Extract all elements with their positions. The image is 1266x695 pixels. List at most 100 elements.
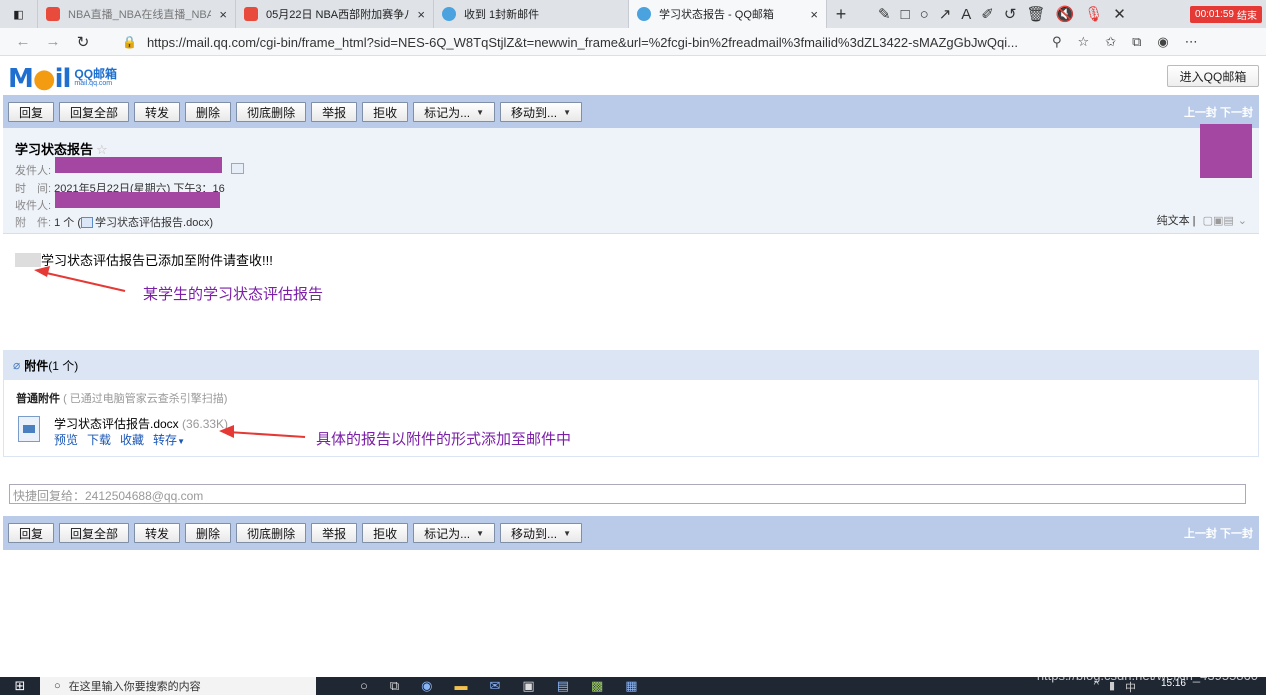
report-button[interactable]: 举报 (311, 523, 358, 543)
recording-indicator[interactable]: 00:01:59 结束 (1190, 6, 1262, 23)
delete-button[interactable]: 删除 (185, 523, 232, 543)
mail-app-icon[interactable]: ✉ (490, 678, 501, 694)
task-view-icon[interactable]: ⧉ (390, 678, 399, 694)
star-icon[interactable]: ☆ (96, 142, 108, 157)
mail-toolbar-top: 回复 回复全部 转发 删除 彻底删除 举报 拒收 标记为... ▼ 移动到... ▼… (3, 95, 1259, 129)
windows-start-icon[interactable]: ⊞ (0, 678, 40, 694)
download-link[interactable]: 下载 (87, 431, 111, 448)
next-mail-link[interactable]: 下一封 (1220, 528, 1253, 540)
docx-icon (81, 217, 94, 228)
next-mail-link[interactable]: 下一封 (1220, 107, 1253, 119)
arrow-to-body (34, 266, 126, 292)
annotation-note-2: 具体的报告以附件的形式添加至邮件中 (316, 431, 572, 448)
reply-all-button[interactable]: 回复全部 (59, 523, 130, 543)
taskbar-search-input[interactable]: ○ 在这里输入你要搜索的内容 (40, 677, 316, 695)
tab-new-mail[interactable]: 收到 1封新邮件 (434, 0, 629, 28)
reply-button[interactable]: 回复 (8, 523, 55, 543)
enter-qq-mail-button[interactable]: 进入QQ邮箱 (1167, 65, 1259, 87)
taskbar-apps: ○ ⧉ ◉ ▬ ✉ ▣ ▤ ▩ ▦ (360, 678, 638, 694)
pycharm-icon[interactable]: ▩ (591, 678, 603, 694)
reject-button[interactable]: 拒收 (362, 523, 409, 543)
prev-next-links: 上一封 下一封 (1184, 525, 1253, 541)
mail-body: 学习状态评估报告已添加至附件请查收!!! (15, 250, 273, 269)
print-icon[interactable]: ▢▣▤ (1203, 215, 1234, 227)
delete-button[interactable]: 删除 (185, 102, 232, 122)
attachment-inline-link[interactable]: 学习状态评估报告.docx) (95, 217, 213, 229)
attachments-box: 普通附件 ( 已通过电脑管家云查杀引擎扫描) 学习状态评估报告.docx (36… (3, 380, 1259, 457)
prev-mail-link[interactable]: 上一封 (1184, 107, 1217, 119)
mic-mute-icon[interactable]: 🎙 (1084, 5, 1103, 23)
word-file-icon[interactable] (18, 416, 40, 442)
chevron-down-icon[interactable]: ⌄ (1238, 215, 1247, 227)
reply-all-button[interactable]: 回复全部 (59, 102, 130, 122)
reload-icon[interactable]: ↻ (68, 33, 98, 51)
sender-redaction (55, 157, 222, 173)
more-icon[interactable]: ⋯ (1185, 34, 1198, 50)
delete-forever-button[interactable]: 彻底删除 (236, 102, 307, 122)
sidebar-toggle[interactable]: ◧ (0, 0, 38, 28)
recipient-redaction (55, 192, 220, 208)
quick-reply-input[interactable]: 快捷回复给：2412504688@qq.com (9, 484, 1246, 504)
add-favorite-icon[interactable]: ☆ (1078, 34, 1090, 50)
reject-button[interactable]: 拒收 (362, 102, 409, 122)
lock-icon: 🔒 (122, 35, 137, 49)
arrow-icon[interactable]: ↗ (939, 5, 952, 23)
preview-link[interactable]: 预览 (54, 431, 78, 448)
speaker-mute-icon[interactable]: 🔇 (1056, 5, 1075, 23)
close-icon[interactable]: ✕ (1113, 5, 1126, 23)
chevron-down-icon: ▼ (177, 437, 185, 446)
mark-as-dropdown[interactable]: 标记为... ▼ (413, 102, 496, 122)
undo-icon[interactable]: ↺ (1004, 5, 1017, 23)
app-icon[interactable]: ▦ (625, 678, 637, 694)
url-input[interactable]: 🔒 https://mail.qq.com/cgi-bin/frame_html… (122, 31, 1052, 53)
delete-forever-button[interactable]: 彻底删除 (236, 523, 307, 543)
close-icon[interactable]: × (219, 7, 227, 22)
forward-button[interactable]: 转发 (134, 523, 181, 543)
tab-nba-live[interactable]: NBA直播_NBA在线直播_NBA视 × (38, 0, 236, 28)
reply-button[interactable]: 回复 (8, 102, 55, 122)
sender-row: 发件人: (15, 165, 52, 177)
tab-favicon (442, 7, 456, 21)
cortana-icon[interactable]: ○ (360, 678, 368, 694)
prev-mail-link[interactable]: 上一封 (1184, 528, 1217, 540)
report-button[interactable]: 举报 (311, 102, 358, 122)
pen-icon[interactable]: ✎ (878, 5, 891, 23)
profile-icon[interactable]: ◉ (1157, 34, 1168, 50)
rectangle-icon[interactable]: □ (901, 6, 910, 23)
circle-icon[interactable]: ○ (920, 6, 929, 23)
folder-icon[interactable]: ▬ (455, 678, 468, 694)
attachment-file-name[interactable]: 学习状态评估报告.docx (54, 417, 179, 431)
collect-link[interactable]: 收藏 (120, 431, 144, 448)
tab-favicon (637, 7, 651, 21)
attachment-file: 学习状态评估报告.docx (36.33K) (54, 417, 229, 431)
trash-icon[interactable]: 🗑 (1026, 5, 1045, 23)
new-tab-button[interactable]: + (827, 4, 855, 25)
collections-icon[interactable]: ⧉ (1132, 34, 1141, 50)
favorites-icon[interactable]: ✩ (1105, 34, 1116, 50)
qq-mail-logo[interactable]: M●il QQ邮箱 mail.qq.com (8, 64, 117, 94)
contact-card-icon[interactable] (231, 163, 244, 174)
tab-nba-game[interactable]: 05月22日 NBA西部附加赛争八 × (236, 0, 434, 28)
app-icon[interactable]: ▤ (557, 678, 569, 694)
edge-icon[interactable]: ◉ (421, 678, 432, 694)
plain-text-link[interactable]: 纯文本 (1157, 215, 1190, 227)
mail-header: 学习状态报告 ☆ 发件人: 时 间: 2021年5月22日(星期六) 下午3：16… (3, 124, 1259, 234)
move-to-dropdown[interactable]: 移动到... ▼ (500, 102, 582, 122)
close-icon[interactable]: × (810, 7, 818, 22)
annotation-note-1: 某学生的学习状态评估报告 (143, 286, 324, 303)
marker-icon[interactable]: ✐ (981, 5, 994, 23)
save-to-dropdown[interactable]: 转存▼ (153, 431, 185, 448)
tab-qq-mail[interactable]: 学习状态报告 - QQ邮箱 × (629, 0, 827, 28)
mark-as-dropdown[interactable]: 标记为... ▼ (413, 523, 496, 543)
mail-logo-mark: M●il (8, 64, 71, 94)
close-icon[interactable]: × (417, 7, 425, 22)
move-to-dropdown[interactable]: 移动到... ▼ (500, 523, 582, 543)
zoom-icon[interactable]: ⚲ (1052, 34, 1062, 50)
tab-favicon (46, 7, 60, 21)
forward-icon[interactable]: → (38, 33, 68, 50)
back-icon[interactable]: ← (8, 33, 38, 50)
store-icon[interactable]: ▣ (522, 678, 534, 694)
forward-button[interactable]: 转发 (134, 102, 181, 122)
text-icon[interactable]: A (961, 6, 971, 23)
chevron-down-icon: ▼ (563, 528, 571, 538)
